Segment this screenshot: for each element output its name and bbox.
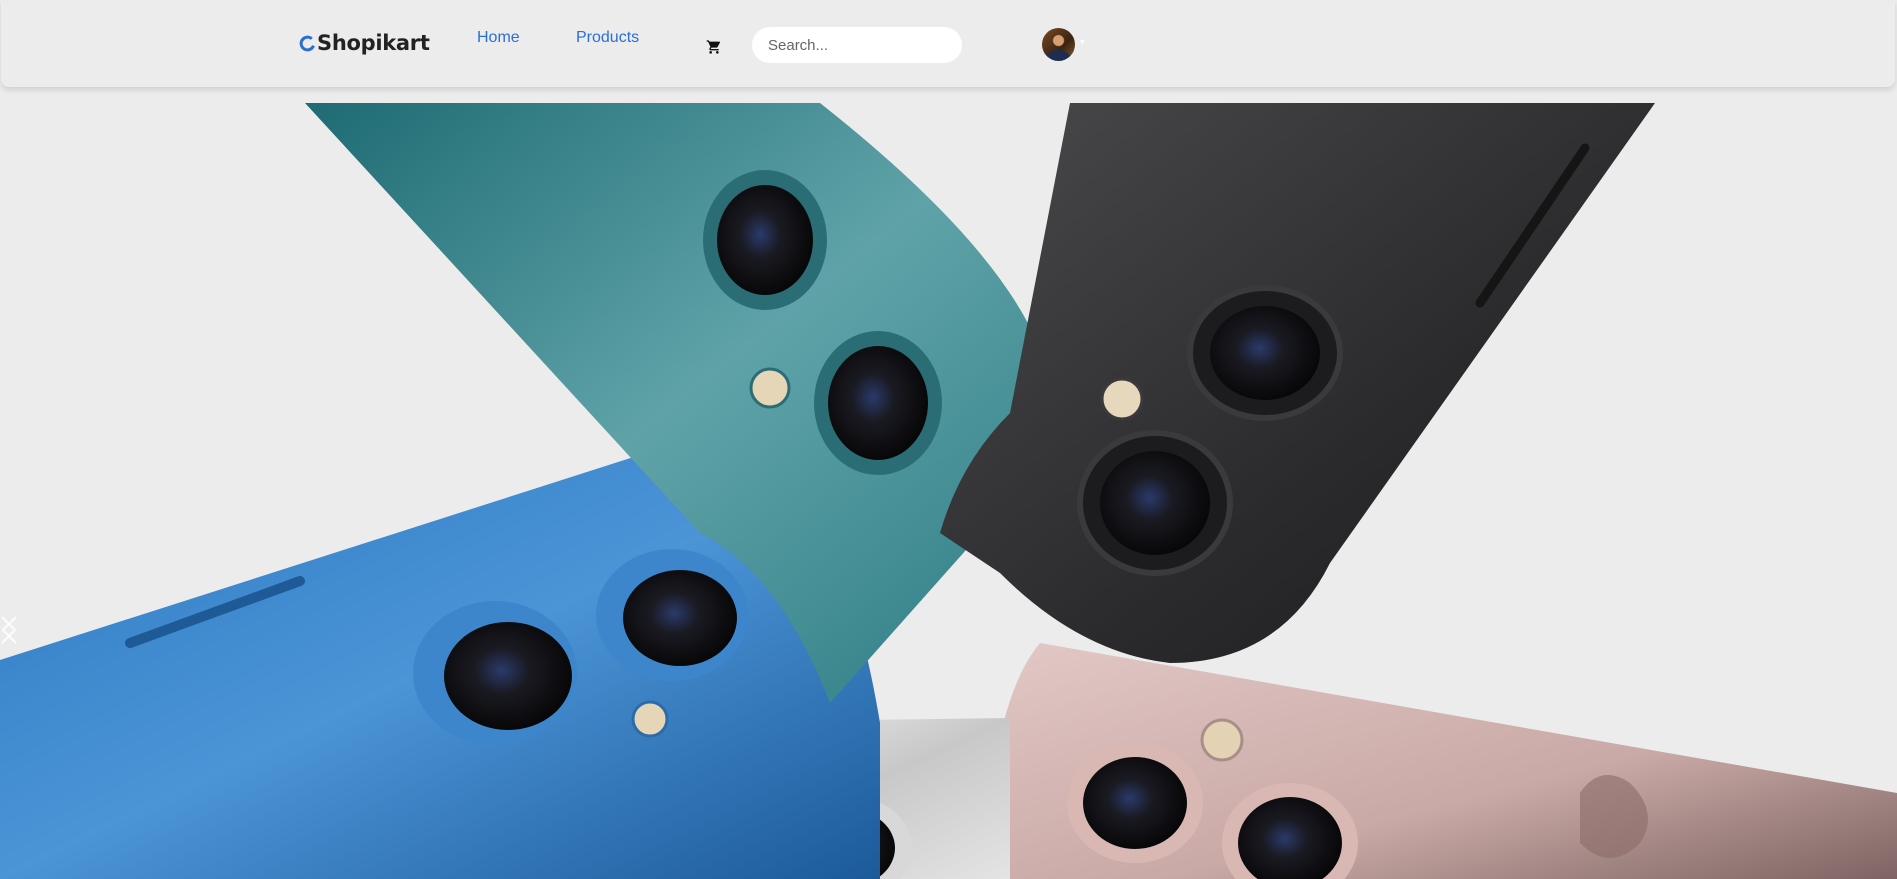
user-avatar[interactable] bbox=[1042, 28, 1075, 61]
hero-carousel bbox=[0, 103, 1897, 879]
nav-home-link[interactable]: Home bbox=[477, 29, 520, 47]
brand-logo[interactable]: Shopikart bbox=[299, 31, 430, 55]
brand-name: Shopikart bbox=[317, 31, 430, 55]
shopping-cart-icon[interactable] bbox=[706, 39, 722, 55]
nav-products-link[interactable]: Products bbox=[576, 29, 639, 47]
chevron-down-icon[interactable]: ▼ bbox=[1079, 39, 1086, 46]
search-input[interactable] bbox=[752, 27, 962, 63]
chevron-right-icon[interactable] bbox=[0, 615, 18, 645]
top-navbar: Shopikart Home Products ▼ bbox=[1, 1, 1895, 87]
logo-mark-icon bbox=[299, 35, 316, 51]
hero-image bbox=[0, 103, 1897, 879]
